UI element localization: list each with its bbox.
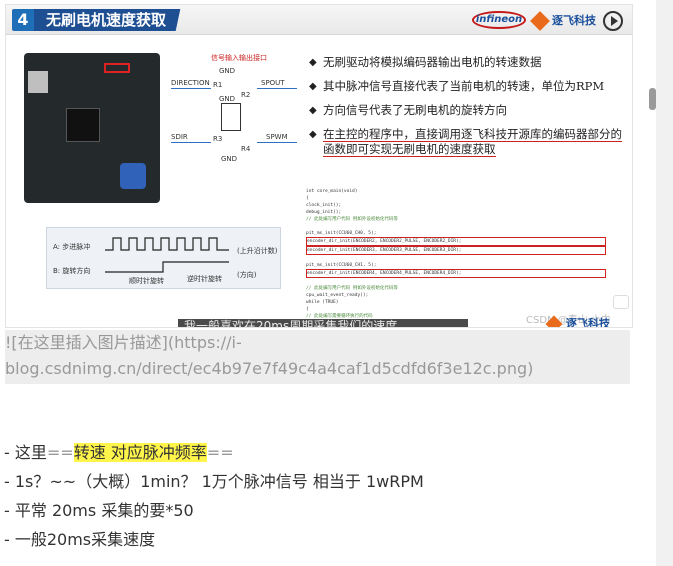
code-line: while (TRUE) [306, 300, 339, 305]
zf-mark-icon [530, 11, 550, 31]
play-icon [603, 11, 623, 31]
markdown-line: - 1s？~~（大概）1min？ 1万个脉冲信号 相当于 1wRPM [4, 472, 424, 491]
slide-image: 4 无刷电机速度获取 infineon 逐飞科技 信号输入输出接口 GND DI… [5, 4, 633, 328]
markdown-line: - 一般20ms采集速度 [4, 530, 156, 549]
code-line: debug_init(); [306, 210, 342, 215]
scrollbar-track[interactable] [656, 0, 673, 566]
markdown-preview: 4 无刷电机速度获取 infineon 逐飞科技 信号输入输出接口 GND DI… [0, 0, 656, 566]
code-line-highlighted: encoder_dir_init(ENCODER3, ENCODER3_PULS… [306, 246, 606, 255]
zf-mark-icon [545, 315, 563, 327]
circuit-label: DIRECTION [171, 79, 210, 87]
zf-logo: 逐飞科技 [530, 11, 596, 31]
code-line-highlighted: encoder_dir_init(ENCODER2, ENCODER2_PULS… [306, 237, 606, 246]
code-line: int core_main(void) [306, 189, 358, 194]
wave-label-cw: 顺时针旋转 [129, 277, 164, 285]
wave-label-a: A: 步进脉冲 [53, 243, 91, 251]
code-line: pit_ms_init(CCU60_CH1, 5); [306, 263, 377, 268]
board-potentiometer [120, 163, 146, 189]
circuit-wire [171, 88, 211, 89]
circuit-label: GND [219, 95, 236, 103]
pulse-trace [105, 237, 229, 251]
code-snippet: int core_main(void) { clock_init(); debu… [306, 188, 606, 319]
infineon-logo: infineon [472, 11, 526, 29]
circuit-wire [171, 142, 211, 143]
diamond-bullet-icon: ◆ [309, 57, 317, 68]
zf-logo-text: 逐飞科技 [552, 14, 596, 27]
scrollbar-thumb[interactable] [649, 88, 656, 110]
markdown-text: - 这里==转速 对应脉冲频率== - 1s？~~（大概）1min？ 1万个脉冲… [4, 438, 424, 554]
bullet-item: ◆ 在主控的程序中，直接调用逐飞科技开源库的编码器部分的函数即可实现无刷电机的速度… [309, 127, 622, 157]
circuit-label: R4 [241, 145, 251, 153]
circuit-label: SPOUT [261, 79, 285, 87]
code-line: // 此处编写用户代码 例如外设初始化代码等 [306, 217, 398, 222]
circuit-wire [257, 142, 297, 143]
image-markdown-link[interactable]: ![在这里插入图片描述](https://i-blog.csdnimg.cn/d… [5, 330, 630, 384]
bullet-list: ◆ 无刷驱动将模拟编码器输出电机的转速数据 ◆ 其中脉冲信号直接代表了当前电机的转速… [309, 55, 629, 166]
bullet-item: ◆ 其中脉冲信号直接代表了当前电机的转速，单位为RPM [309, 79, 605, 93]
board-chip [66, 108, 100, 142]
slide-header: 4 无刷电机速度获取 infineon 逐飞科技 [6, 5, 632, 35]
circuit-diagram: 信号输入输出接口 GND DIRECTION R1 SPOUT R2 GND S… [171, 54, 301, 165]
direction-trace [105, 261, 229, 273]
header-pins-highlight [104, 63, 130, 73]
circuit-label: R2 [241, 91, 251, 99]
waveform-diagram: A: 步进脉冲 B: 旋转方向 顺时针旋转 逆时针旋转 (上升沿计数) (方向) [46, 227, 281, 289]
circuit-label: GND [219, 67, 236, 75]
board-photo [24, 53, 160, 203]
wave-label-right-b: (方向) [237, 271, 257, 279]
code-line: clock_init(); [306, 203, 342, 208]
circuit-wire [257, 88, 297, 89]
diamond-bullet-icon: ◆ [309, 129, 317, 140]
diamond-bullet-icon: ◆ [309, 81, 317, 92]
slide-title: 无刷电机速度获取 [46, 11, 167, 29]
circuit-label: R1 [213, 81, 223, 89]
diamond-bullet-icon: ◆ [309, 105, 317, 116]
markdown-line: - 平常 20ms 采集的要*50 [4, 501, 194, 520]
circuit-label: SDIR [171, 133, 188, 141]
code-line: // 此处编写用户代码 例如外设初始化代码等 [306, 286, 398, 291]
circuit-label: R3 [213, 135, 223, 143]
code-line: { [306, 196, 309, 201]
zf-bottom-logo: 逐飞科技 [545, 315, 610, 327]
circuit-label: GND [221, 155, 238, 163]
wave-label-right-a: (上升沿计数) [237, 247, 278, 255]
wave-label-b: B: 旋转方向 [53, 267, 91, 275]
circuit-title: 信号输入输出接口 [211, 54, 267, 62]
code-line-highlighted: encoder_dir_init(ENCODER4, ENCODER4_PULS… [306, 269, 606, 278]
usb-connector [28, 71, 48, 93]
circuit-ic [221, 103, 241, 131]
code-line: cpu_wait_event_ready(); [306, 293, 369, 298]
circuit-label: SPWM [266, 133, 288, 141]
slide-number: 4 [12, 9, 34, 31]
video-caption: 我一般喜欢在20ms周期采集我们的速度 [178, 319, 468, 327]
bullet-item: ◆ 方向信号代表了无刷电机的旋转方向 [309, 103, 507, 117]
wave-label-ccw: 逆时针旋转 [187, 275, 222, 283]
markdown-line: - 这里==转速 对应脉冲频率== [4, 443, 234, 462]
highlighted-text: 转速 对应脉冲频率 [73, 443, 207, 462]
expand-icon[interactable] [613, 295, 629, 309]
code-line: pit_ms_init(CCU60_CH0, 5); [306, 231, 377, 236]
bullet-item: ◆ 无刷驱动将模拟编码器输出电机的转速数据 [309, 55, 542, 69]
